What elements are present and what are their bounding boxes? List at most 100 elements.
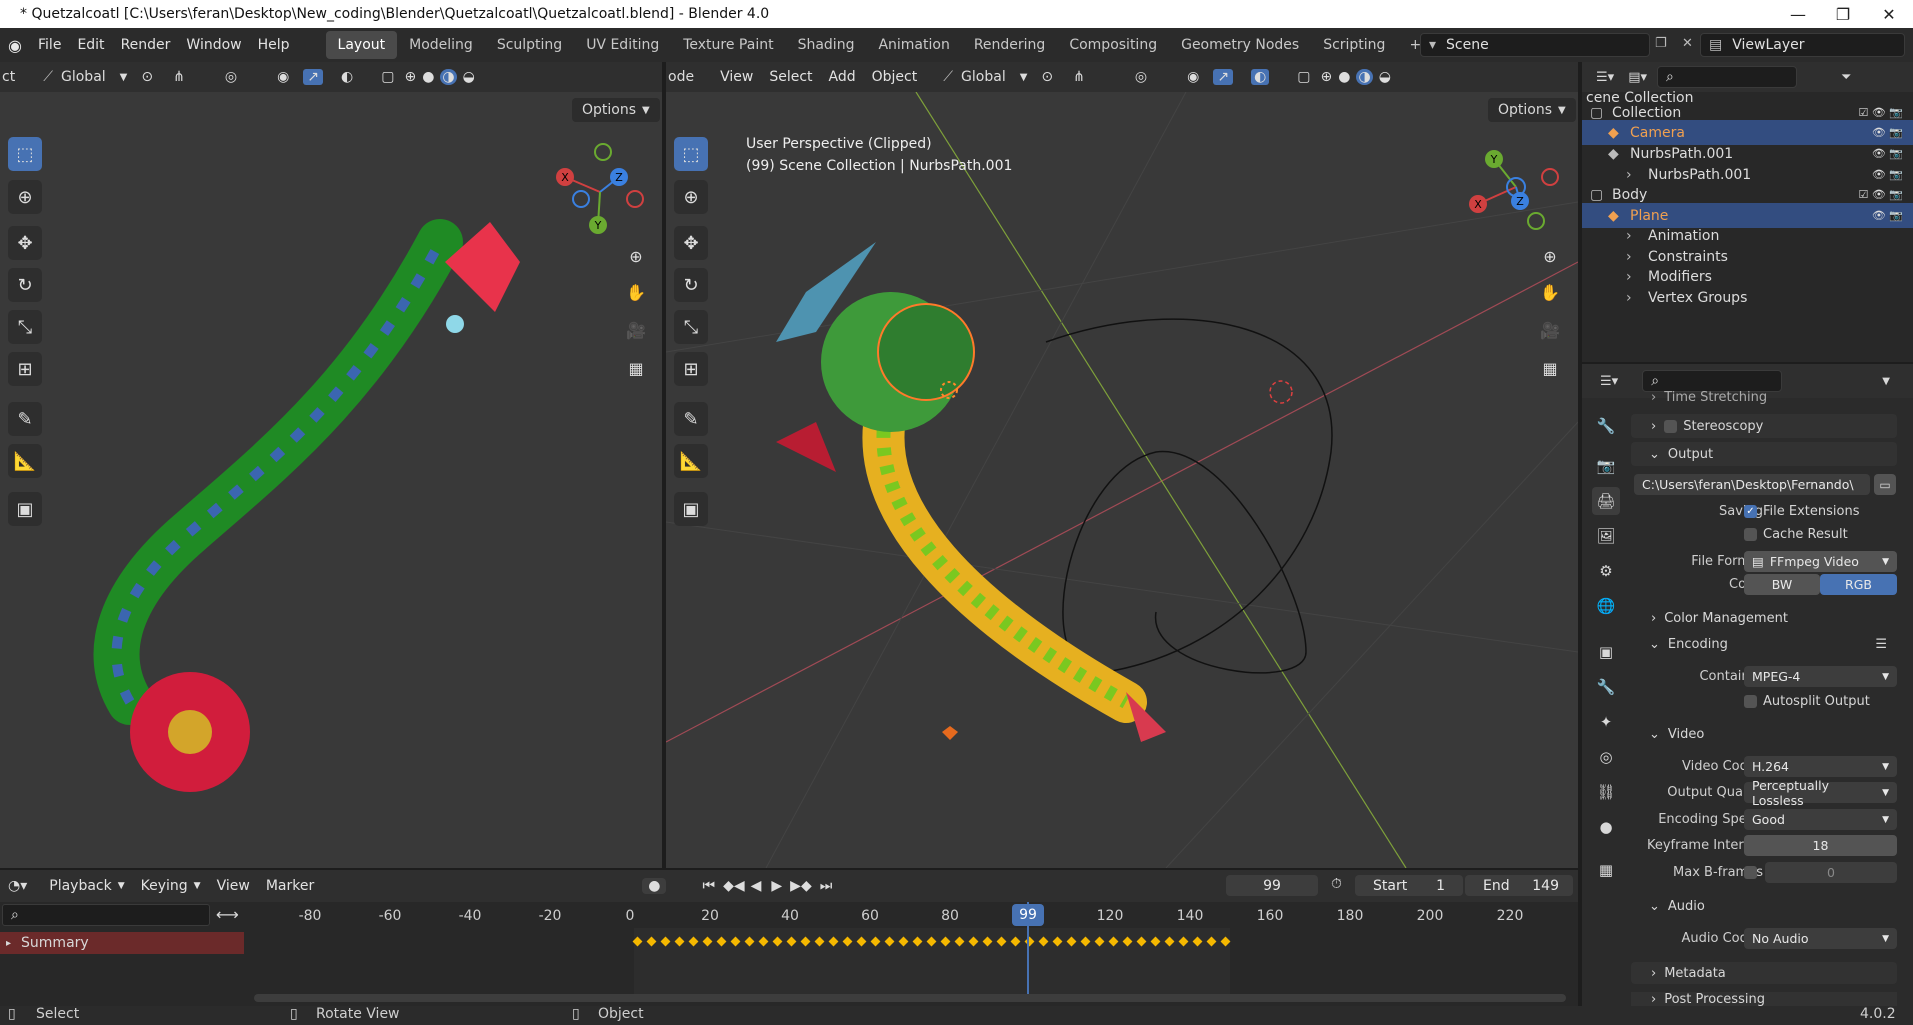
cache-result-checkbox[interactable] bbox=[1744, 528, 1757, 541]
keyframe-diamond[interactable] bbox=[1220, 936, 1231, 947]
keyframe-diamond[interactable] bbox=[1136, 936, 1147, 947]
file-format-select[interactable]: ▤ FFmpeg Video ▼ bbox=[1744, 551, 1897, 572]
playhead-frame[interactable]: 99 bbox=[1012, 904, 1044, 926]
measure-tool-icon-right[interactable]: 📐 bbox=[674, 444, 708, 478]
keyframe-diamond[interactable] bbox=[884, 936, 895, 947]
ortho-grid-icon-right[interactable]: ▦ bbox=[1536, 354, 1564, 382]
keyframe-diamond[interactable] bbox=[1010, 936, 1021, 947]
stereoscopy-checkbox[interactable] bbox=[1664, 419, 1678, 433]
display-mode-icon[interactable]: ▤▾ bbox=[1628, 70, 1647, 85]
select-box-tool-icon[interactable]: ⬚ bbox=[8, 137, 42, 171]
max-bframes-checkbox[interactable] bbox=[1744, 866, 1757, 879]
visibility-icon[interactable]: ◉ bbox=[277, 69, 289, 85]
visibility-toggles-icon[interactable]: 👁 📷 bbox=[1872, 126, 1903, 139]
keyframe-diamond[interactable] bbox=[828, 936, 839, 947]
jump-end-icon[interactable]: ⏭ bbox=[820, 878, 833, 894]
viewport-menu-object[interactable]: Object bbox=[864, 60, 926, 94]
material-tab-icon[interactable]: ● bbox=[1592, 813, 1620, 841]
keyframe-diamond[interactable] bbox=[1206, 936, 1217, 947]
delete-scene-icon[interactable]: ✕ bbox=[1682, 36, 1693, 51]
preset-list-icon[interactable]: ☰ bbox=[1875, 637, 1887, 652]
keyframe-interval-field[interactable]: 18 bbox=[1744, 835, 1897, 856]
keyframe-diamond[interactable] bbox=[660, 936, 671, 947]
transform-tool-icon[interactable]: ⊞ bbox=[8, 352, 42, 386]
autosplit-checkbox[interactable] bbox=[1744, 695, 1757, 708]
camera-view-icon-right[interactable]: 🎥 bbox=[1536, 316, 1564, 344]
cache-result-toggle[interactable]: Cache Result bbox=[1744, 527, 1848, 542]
tab-modeling[interactable]: Modeling bbox=[397, 31, 485, 59]
render-tab-icon[interactable]: 📷 bbox=[1592, 452, 1620, 480]
keyframe-diamond[interactable] bbox=[730, 936, 741, 947]
pan-hand-icon[interactable]: ✋ bbox=[622, 278, 650, 306]
add-cube-tool-icon-right[interactable]: ▣ bbox=[674, 492, 708, 526]
solid-shading-icon[interactable]: ● bbox=[422, 69, 434, 85]
keyframe-diamond[interactable] bbox=[688, 936, 699, 947]
section-output[interactable]: ⌄ Output bbox=[1631, 442, 1897, 466]
properties-editor-icon[interactable]: ☰▾ bbox=[1600, 374, 1618, 389]
keyframe-diamond[interactable] bbox=[856, 936, 867, 947]
snap-icon[interactable]: ⋔ bbox=[173, 69, 185, 85]
keyframe-diamond[interactable] bbox=[646, 936, 657, 947]
proportional-icon-right[interactable]: ◎ bbox=[1135, 69, 1147, 85]
section-encoding[interactable]: ⌄ Encoding ☰ bbox=[1631, 634, 1897, 654]
timeline-menu-view[interactable]: View bbox=[209, 869, 258, 903]
rendered-shading-icon-right[interactable]: ◒ bbox=[1379, 69, 1391, 85]
jump-start-icon[interactable]: ⏮ bbox=[702, 878, 715, 894]
tab-sculpting[interactable]: Sculpting bbox=[485, 31, 574, 59]
transform-tool-icon-right[interactable]: ⊞ bbox=[674, 352, 708, 386]
options-button[interactable]: Options ▼ bbox=[572, 98, 660, 122]
blender-logo-icon[interactable]: ◉ bbox=[0, 36, 30, 55]
keyframe-diamond[interactable] bbox=[912, 936, 923, 947]
wireframe-shading-icon[interactable]: ⊕ bbox=[404, 69, 416, 85]
menu-edit[interactable]: Edit bbox=[69, 28, 112, 62]
annotate-tool-icon-right[interactable]: ✎ bbox=[674, 402, 708, 436]
folder-icon[interactable]: ▭ bbox=[1874, 474, 1896, 495]
section-audio[interactable]: ⌄ Audio bbox=[1631, 896, 1897, 916]
editor-type-icon[interactable]: ☰▾ bbox=[1596, 70, 1614, 85]
minimize-button[interactable]: — bbox=[1775, 0, 1821, 28]
pivot-icon[interactable]: ⊙ bbox=[141, 69, 153, 85]
viewlayer-selector[interactable]: ▤ ViewLayer bbox=[1700, 33, 1905, 57]
keyframe-diamond[interactable] bbox=[1038, 936, 1049, 947]
gizmo-toggle-icon-right[interactable]: ↗ bbox=[1213, 69, 1234, 85]
wireframe-shading-icon-right[interactable]: ⊕ bbox=[1321, 69, 1333, 85]
next-keyframe-icon[interactable]: ▶◆ bbox=[790, 878, 812, 894]
prev-keyframe-icon[interactable]: ◆◀ bbox=[723, 878, 745, 894]
keyframe-diamond[interactable] bbox=[1094, 936, 1105, 947]
properties-search-input[interactable]: ⌕ bbox=[1642, 370, 1783, 392]
zoom-icon[interactable]: ⊕ bbox=[622, 242, 650, 270]
viewport-menu-select[interactable]: Select bbox=[761, 60, 820, 94]
camera-view-icon[interactable]: 🎥 bbox=[622, 316, 650, 344]
keyframe-diamond[interactable] bbox=[1192, 936, 1203, 947]
navigation-gizmo-right[interactable]: Y X Z bbox=[1466, 137, 1576, 247]
visibility-toggles-icon[interactable]: 👁 📷 bbox=[1872, 147, 1903, 160]
visibility-toggles-icon[interactable]: ☑ 👁 📷 bbox=[1858, 188, 1903, 201]
keyframe-diamond[interactable] bbox=[996, 936, 1007, 947]
proportional-icon[interactable]: ◎ bbox=[225, 69, 237, 85]
overlay-icon[interactable]: ◐ bbox=[341, 69, 353, 85]
rotate-tool-icon-right[interactable]: ↻ bbox=[674, 268, 708, 302]
keyframe-diamond[interactable] bbox=[926, 936, 937, 947]
section-stereoscopy[interactable]: › Stereoscopy bbox=[1631, 414, 1897, 438]
viewport-menu-add[interactable]: Add bbox=[821, 60, 864, 94]
visibility-toggles-icon[interactable]: 👁 📷 bbox=[1872, 168, 1903, 181]
keyframe-diamond[interactable] bbox=[772, 936, 783, 947]
section-time-stretching[interactable]: › Time Stretching bbox=[1631, 390, 1897, 404]
mode-fragment[interactable]: ct bbox=[2, 69, 15, 85]
tab-uv-editing[interactable]: UV Editing bbox=[574, 31, 671, 59]
right-viewport[interactable]: User Perspective (Clipped) (99) Scene Co… bbox=[666, 92, 1578, 868]
keyframe-diamond[interactable] bbox=[1150, 936, 1161, 947]
keyframe-diamond[interactable] bbox=[982, 936, 993, 947]
section-video[interactable]: ⌄ Video bbox=[1631, 724, 1897, 744]
keyframe-diamond[interactable] bbox=[898, 936, 909, 947]
close-button[interactable]: ✕ bbox=[1866, 0, 1912, 28]
keyframe-diamond[interactable] bbox=[716, 936, 727, 947]
keyframe-diamond[interactable] bbox=[842, 936, 853, 947]
tab-texture-paint[interactable]: Texture Paint bbox=[671, 31, 785, 59]
timeline-menu-marker[interactable]: Marker bbox=[258, 869, 322, 903]
left-viewport[interactable]: ⬚ ⊕ ✥ ↻ ⤡ ⊞ ✎ 📐 ▣ Options ▼ X Z Y ⊕ ✋ 🎥 ▦ bbox=[0, 92, 662, 868]
viewport-menu-view[interactable]: View bbox=[712, 60, 761, 94]
scale-tool-icon[interactable]: ⤡ bbox=[8, 310, 42, 344]
current-frame-field[interactable]: 99 bbox=[1226, 875, 1318, 896]
constraints-tab-icon[interactable]: ⛓ bbox=[1592, 778, 1620, 806]
